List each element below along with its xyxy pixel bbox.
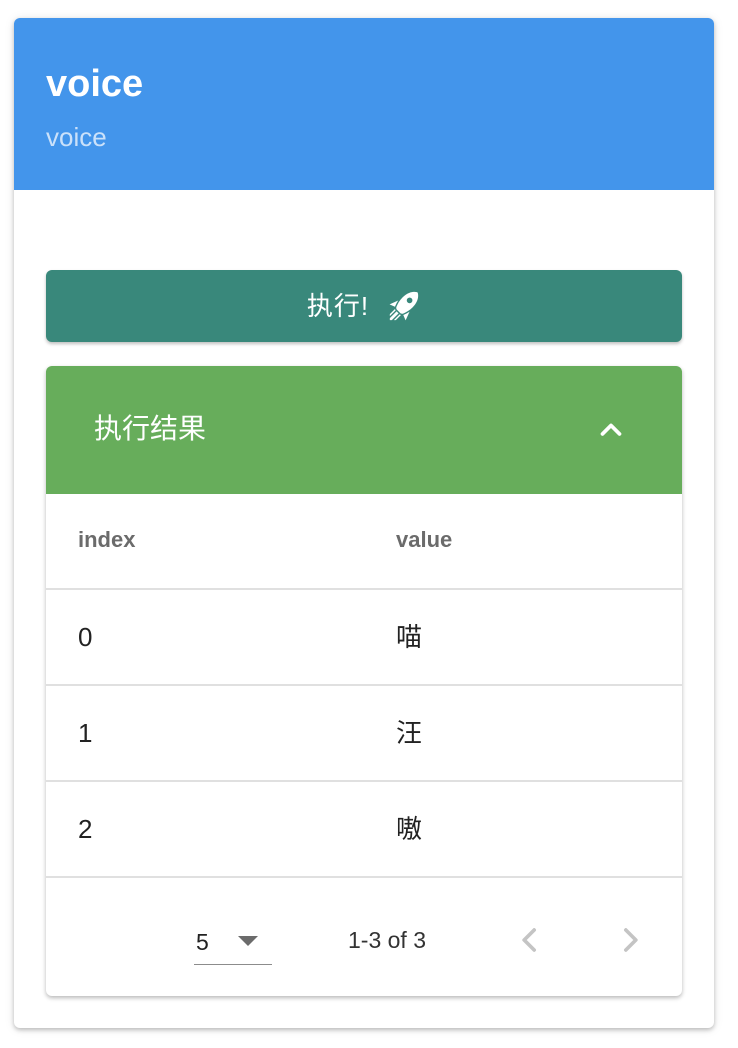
card-header: voice voice xyxy=(14,18,714,190)
chevron-left-icon[interactable] xyxy=(510,920,550,960)
column-header-index[interactable]: index xyxy=(78,526,135,554)
voice-card: voice voice 执行! 执行结果 index value 0 喵 1 汪… xyxy=(14,18,714,1028)
table-cell-index: 1 xyxy=(78,718,93,748)
rows-per-page-select[interactable]: 5 xyxy=(194,920,272,965)
run-button-label: 执行! xyxy=(306,291,370,321)
results-panel-title: 执行结果 xyxy=(94,413,207,444)
table-pagination: 5 1-3 of 3 xyxy=(46,880,682,996)
table-row: 1 汪 xyxy=(46,686,682,782)
rows-per-page-value: 5 xyxy=(196,929,209,955)
card-title: voice xyxy=(46,63,144,105)
column-header-value[interactable]: value xyxy=(396,526,452,554)
table-row: 2 嗷 xyxy=(46,782,682,878)
pagination-range: 1-3 of 3 xyxy=(348,927,426,953)
table-header-row: index value xyxy=(46,494,682,590)
table-cell-index: 2 xyxy=(78,814,93,844)
table-cell-index: 0 xyxy=(78,622,93,652)
chevron-right-icon[interactable] xyxy=(610,920,650,960)
table-cell-value: 嗷 xyxy=(396,814,423,844)
card-subtitle: voice xyxy=(46,122,107,152)
table-cell-value: 喵 xyxy=(396,622,423,652)
caret-down-icon xyxy=(238,936,258,946)
results-table: index value 0 喵 1 汪 2 嗷 xyxy=(46,494,682,878)
table-cell-value: 汪 xyxy=(396,718,423,748)
results-panel-header[interactable]: 执行结果 xyxy=(46,366,682,494)
table-row: 0 喵 xyxy=(46,590,682,686)
results-panel: 执行结果 index value 0 喵 1 汪 2 嗷 5 1-3 of 3 xyxy=(46,366,682,996)
run-button[interactable]: 执行! xyxy=(46,270,682,342)
chevron-up-icon[interactable] xyxy=(594,412,628,446)
rocket-icon xyxy=(387,289,421,323)
